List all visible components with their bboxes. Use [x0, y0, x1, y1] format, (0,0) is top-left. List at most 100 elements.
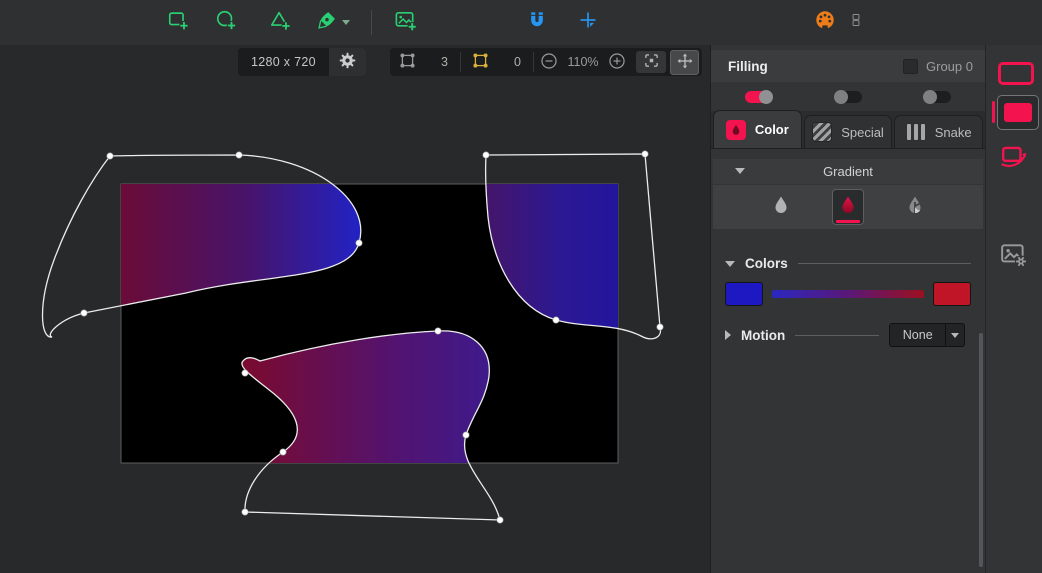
add-rectangle-button[interactable]	[159, 4, 197, 41]
multi-droplet-icon	[905, 194, 925, 221]
style-sidebar	[985, 45, 1042, 573]
selected-item-indicator	[992, 101, 995, 123]
main-toolbar	[0, 0, 1042, 46]
pan-arrows-icon	[677, 53, 693, 72]
colors-section-header[interactable]: Colors	[725, 256, 971, 271]
canvas-scene[interactable]	[0, 45, 710, 573]
stroke-style-button[interactable]	[998, 62, 1034, 85]
zoom-out-button[interactable]	[536, 49, 562, 75]
image-settings-button[interactable]	[1000, 242, 1028, 273]
canvas-viewport[interactable]: 1280 x 720 3 0 110%	[0, 45, 710, 573]
toolbar-divider	[371, 10, 372, 35]
collapse-chevron-icon	[725, 260, 735, 267]
dropdown-caret[interactable]	[945, 324, 964, 346]
fill-style-button[interactable]	[997, 95, 1039, 130]
gradient-stops-row	[725, 282, 971, 306]
tab-color[interactable]: Color	[713, 110, 802, 148]
pen-tool-icon	[317, 10, 337, 35]
add-guide-crosshair-icon	[578, 10, 598, 35]
tab-special[interactable]: Special	[803, 115, 893, 148]
chevron-down-icon	[951, 332, 960, 338]
filling-panel: Filling Group 0 Color Special Snake Grad…	[710, 45, 985, 573]
snapping-magnet-icon	[527, 10, 547, 35]
add-ellipse-button[interactable]	[207, 4, 245, 41]
view-controls-bar: 3 0 110%	[390, 48, 702, 76]
pen-tool-button[interactable]	[307, 4, 359, 41]
solid-droplet-icon	[771, 194, 791, 221]
section-divider-line	[797, 263, 971, 264]
gradient-type-options	[713, 185, 983, 229]
group-checkbox-label: Group 0	[926, 58, 973, 74]
add-guide-crosshair-button[interactable]	[569, 4, 607, 41]
fill-rectangle-icon	[1004, 103, 1032, 122]
document-size-bar: 1280 x 720	[238, 48, 366, 76]
panels-layout-icon	[849, 9, 863, 36]
colors-section-title: Colors	[745, 256, 788, 271]
toggle-knob	[759, 89, 773, 104]
group-checkbox[interactable]	[903, 58, 919, 74]
color-droplet-icon	[725, 119, 746, 140]
add-triangle-button[interactable]	[261, 4, 299, 41]
toggle-knob	[833, 89, 848, 104]
gradient-start-swatch[interactable]	[725, 282, 763, 306]
motion-section-title: Motion	[741, 327, 786, 343]
panel-scrollbar[interactable]	[979, 333, 983, 567]
pen-tool-dropdown-caret-icon[interactable]	[341, 20, 350, 25]
zoom-in-button[interactable]	[604, 49, 630, 75]
fit-to-screen-button[interactable]	[636, 51, 666, 73]
nodes-total-icon	[399, 52, 416, 72]
tab-snake[interactable]: Snake	[894, 115, 984, 148]
panel-title: Filling	[728, 58, 768, 74]
add-image-button[interactable]	[386, 4, 424, 41]
tab-label: Snake	[934, 124, 972, 140]
snapping-magnet-button[interactable]	[518, 4, 556, 41]
nodes-total-value: 3	[441, 55, 448, 69]
fill-toggle-1[interactable]	[745, 89, 773, 104]
toggle-knob	[923, 89, 937, 104]
zoom-level-value: 110%	[567, 55, 599, 69]
shape-motion-button[interactable]	[1000, 143, 1028, 174]
bar-divider	[460, 52, 461, 72]
zoom-out-icon	[540, 52, 558, 73]
gradient-section-title: Gradient	[823, 164, 873, 179]
shape-motion-icon	[1000, 146, 1028, 173]
gradient-fill-option[interactable]	[832, 189, 864, 225]
add-image-icon	[394, 9, 417, 37]
image-settings-icon	[1000, 244, 1028, 272]
motion-dropdown-value: None	[902, 328, 933, 342]
gear-icon	[339, 52, 356, 72]
document-size-label: 1280 x 720	[251, 55, 316, 69]
fit-to-screen-icon	[644, 53, 659, 71]
motion-dropdown[interactable]: None	[889, 323, 966, 347]
color-palette-icon	[814, 9, 836, 36]
gradient-section-header[interactable]: Gradient	[713, 159, 983, 184]
filling-panel-header: Filling Group 0	[711, 50, 985, 82]
bar-divider	[533, 52, 534, 72]
fill-toggle-2[interactable]	[833, 89, 862, 104]
panels-layout-button[interactable]	[837, 4, 875, 41]
pan-tool-button[interactable]	[670, 49, 699, 75]
add-triangle-icon	[269, 9, 291, 36]
gradient-preview-bar[interactable]	[772, 290, 924, 298]
fill-layer-toggles	[711, 82, 985, 111]
collapse-chevron-icon	[735, 168, 745, 174]
add-rectangle-icon	[167, 9, 189, 36]
motion-section-header: Motion None	[725, 323, 971, 347]
expand-chevron-icon[interactable]	[725, 330, 731, 340]
add-ellipse-icon	[215, 9, 237, 36]
tab-label: Special	[841, 124, 884, 140]
fill-toggle-3[interactable]	[923, 89, 951, 104]
document-settings-button[interactable]	[328, 48, 366, 76]
nodes-selected-icon	[472, 52, 489, 72]
solid-fill-option[interactable]	[765, 189, 797, 225]
fill-type-tabs: Color Special Snake	[711, 110, 985, 149]
gradient-end-swatch[interactable]	[933, 282, 971, 306]
zoom-in-icon	[608, 52, 626, 73]
section-divider-line	[795, 334, 880, 336]
tab-label: Color	[754, 122, 789, 137]
vertical-bars-icon	[906, 122, 926, 142]
nodes-selected-value: 0	[514, 55, 521, 69]
gradient-droplet-icon	[838, 194, 858, 221]
hatch-pattern-icon	[812, 122, 833, 142]
multi-fill-option[interactable]	[899, 189, 931, 225]
